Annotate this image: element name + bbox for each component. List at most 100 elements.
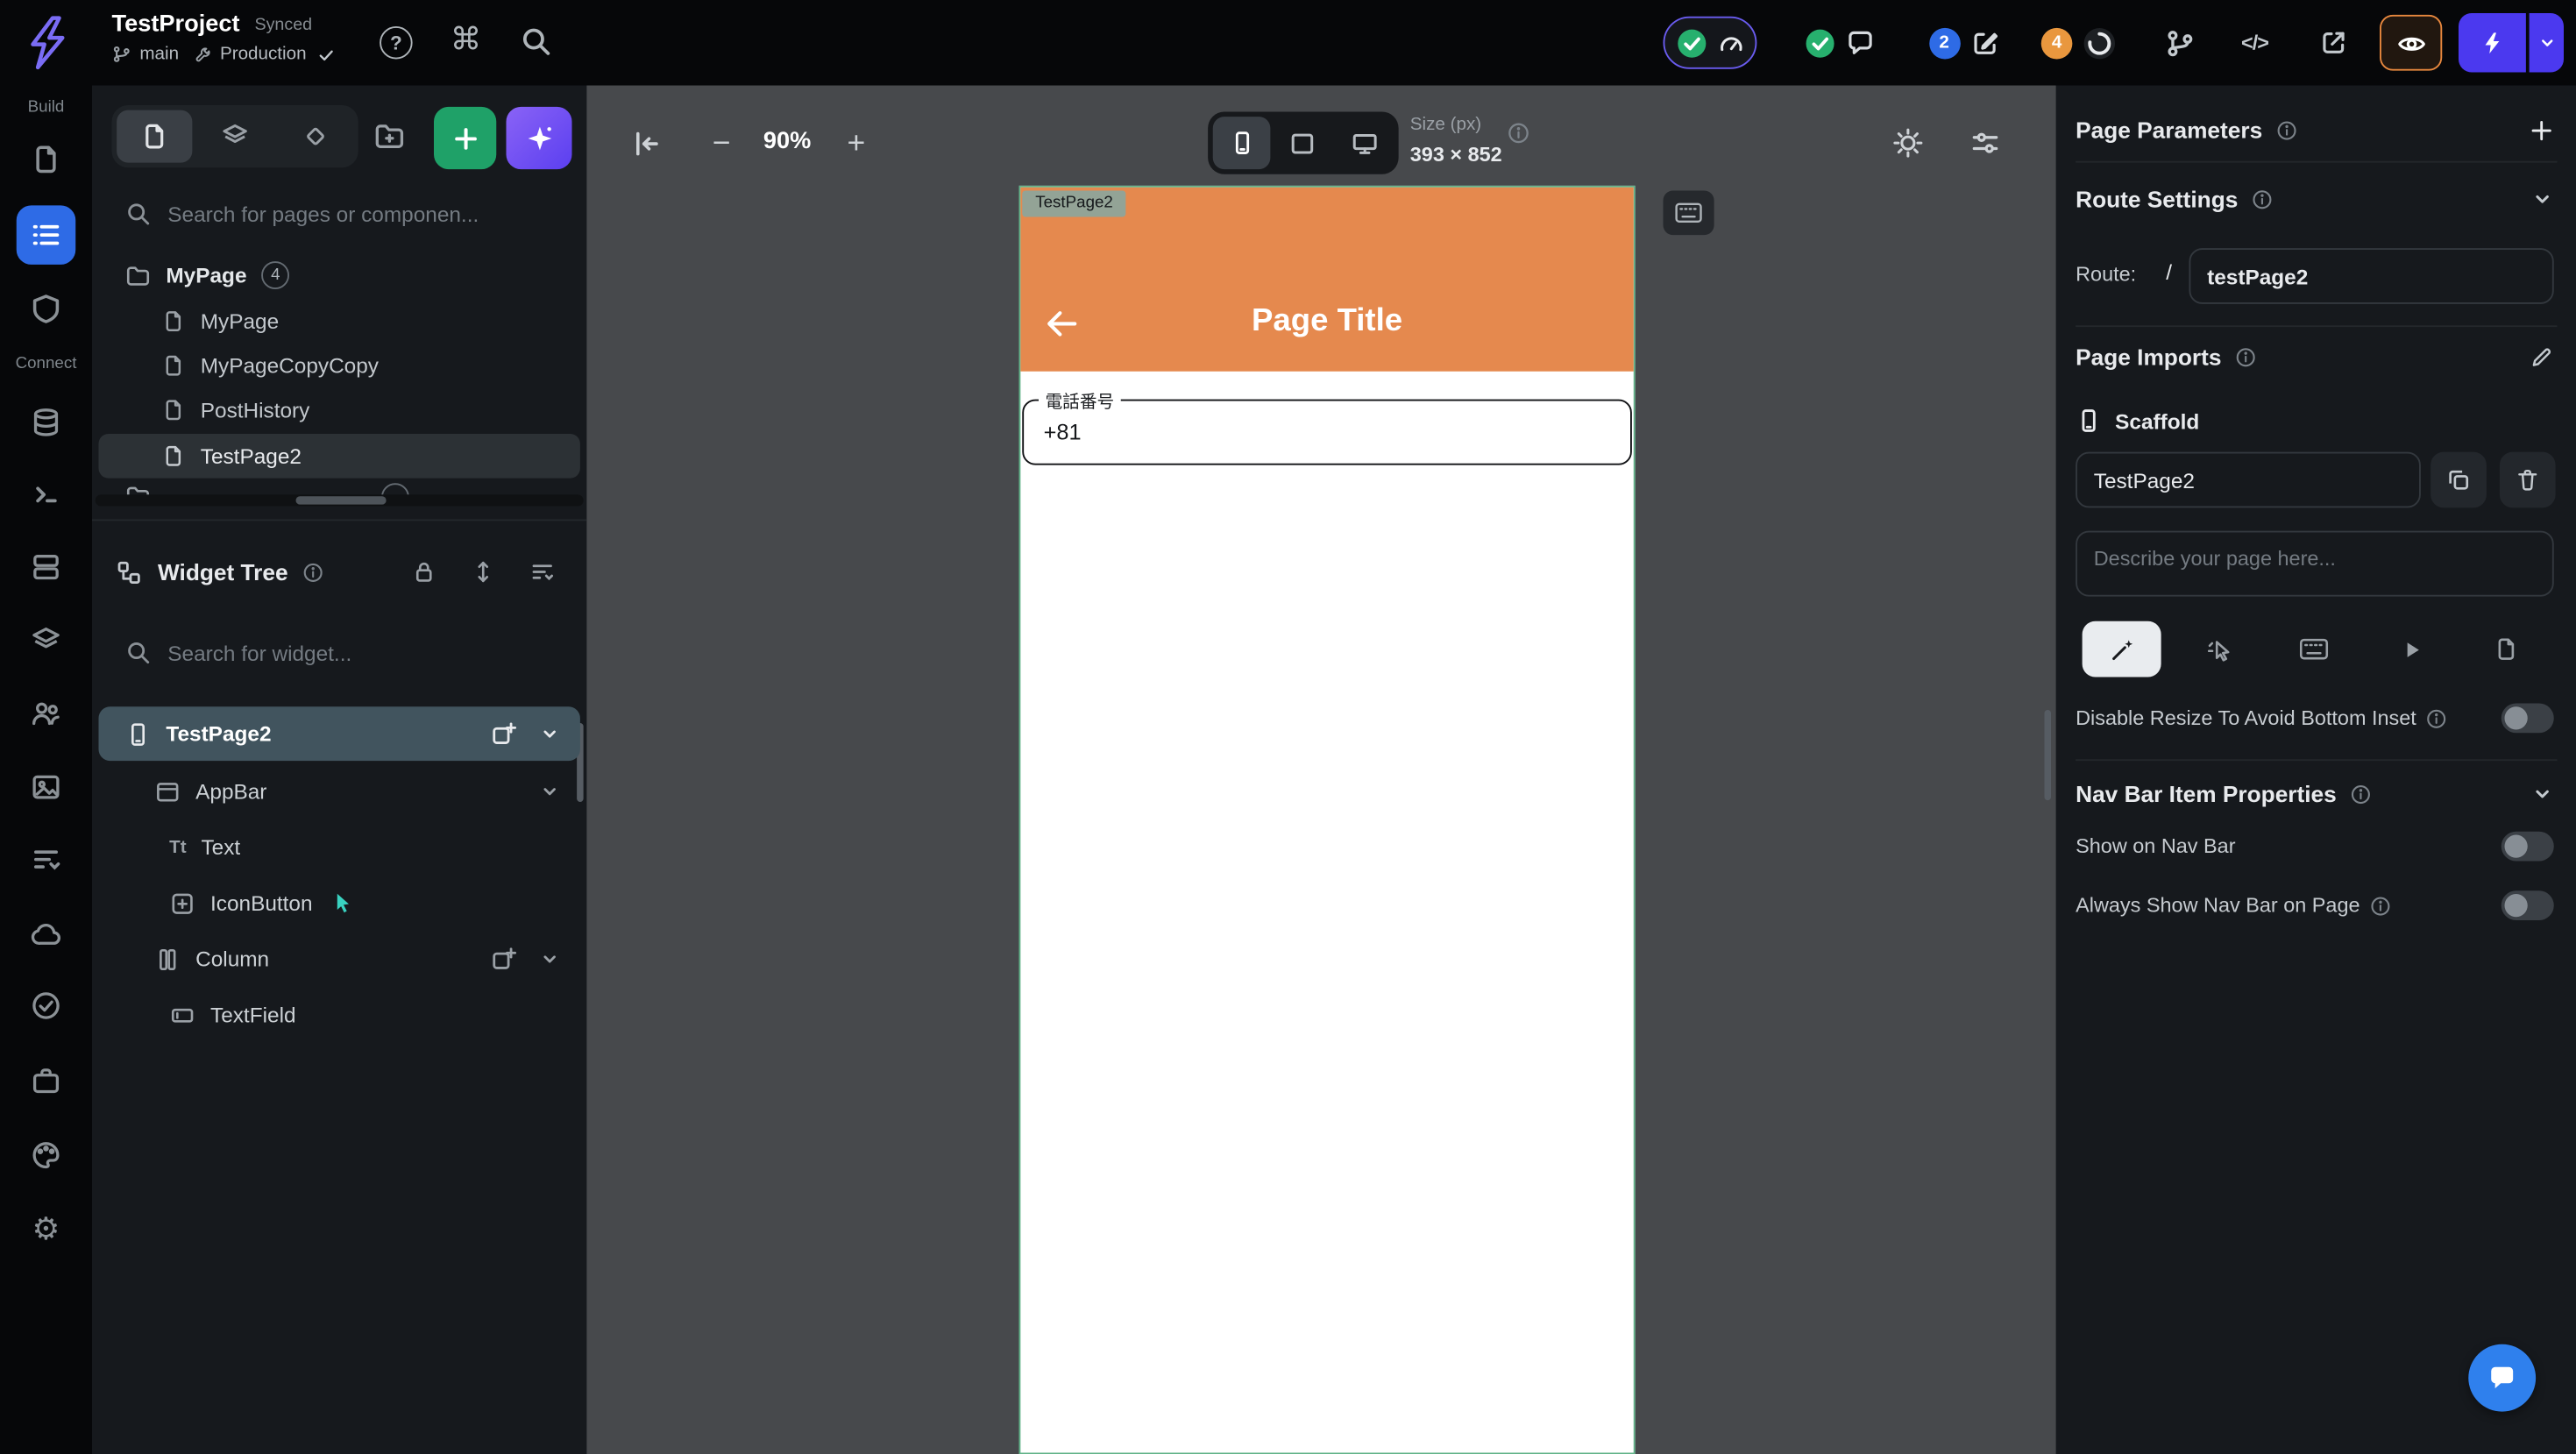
chevron-down-icon[interactable] <box>539 781 560 802</box>
pages-search-input[interactable] <box>167 202 529 226</box>
chevron-down-icon[interactable] <box>539 948 560 969</box>
add-widget-icon[interactable] <box>490 720 518 748</box>
chevron-down-icon[interactable] <box>2531 188 2554 210</box>
tree-options-icon[interactable] <box>529 559 556 585</box>
widget-row-column[interactable]: Column <box>99 932 580 986</box>
add-parameter-icon[interactable] <box>2530 117 2554 142</box>
textfield-widget-icon <box>169 1002 195 1028</box>
copy-page-button[interactable] <box>2431 452 2487 508</box>
widget-row-textfield[interactable]: TextField <box>99 988 580 1042</box>
navbar-properties-header[interactable]: Nav Bar Item Properties <box>2076 772 2554 815</box>
info-icon <box>2275 119 2296 140</box>
route-input[interactable] <box>2189 248 2554 304</box>
route-settings-header[interactable]: Route Settings <box>2076 178 2554 221</box>
dashboard-icon[interactable] <box>28 141 64 177</box>
tests-status-chip[interactable] <box>1664 17 1757 69</box>
add-page-button[interactable] <box>434 107 496 169</box>
ai-wand-tab[interactable] <box>2083 621 2161 677</box>
firestore-icon[interactable] <box>28 404 64 440</box>
branch-name[interactable]: main <box>139 45 179 65</box>
route-settings-title: Route Settings <box>2076 186 2238 212</box>
scrollbar-thumb[interactable] <box>296 496 387 504</box>
global-search-button[interactable] <box>520 25 553 58</box>
add-folder-button[interactable] <box>368 115 411 158</box>
edits-status-chip[interactable]: 2 <box>1910 17 2019 69</box>
design-canvas[interactable]: − 90% + Size (px) 393 × 852 <box>586 86 2055 1454</box>
page-selector-nav[interactable] <box>17 205 76 265</box>
cloud-functions-icon[interactable] <box>28 915 64 951</box>
page-row-selected[interactable]: TestPage2 <box>99 434 580 479</box>
page-row[interactable]: PostHistory <box>99 388 580 433</box>
edit-pencil-icon[interactable] <box>2530 344 2554 369</box>
widget-search-input[interactable] <box>167 640 529 664</box>
phone-preview[interactable]: TestPage2 Page Title 電話番号 +81 <box>1019 186 1636 1454</box>
page-description-input[interactable] <box>2076 531 2554 597</box>
users-icon[interactable] <box>28 695 64 731</box>
preview-mode-button[interactable] <box>2380 15 2442 71</box>
device-phone-button[interactable] <box>1213 117 1271 169</box>
page-row[interactable]: MyPageCopyCopy <box>99 344 580 388</box>
info-icon <box>302 561 323 582</box>
help-button[interactable]: ? <box>380 26 413 60</box>
page-name-input[interactable] <box>2076 452 2421 508</box>
tab-design-system[interactable] <box>278 110 353 163</box>
device-tablet-button[interactable] <box>1274 117 1332 169</box>
page-row[interactable]: MyPage <box>99 299 580 344</box>
canvas-vertical-scrollbar-thumb[interactable] <box>2045 710 2052 800</box>
widget-row-appbar[interactable]: AppBar <box>99 764 580 819</box>
interactions-tab[interactable] <box>2179 621 2258 677</box>
theme-mode-toggle[interactable] <box>1885 120 1932 167</box>
canvas-settings-icon[interactable] <box>1962 120 2009 167</box>
pages-horizontal-scrollbar[interactable] <box>96 494 584 506</box>
preview-tab[interactable] <box>2372 621 2451 677</box>
device-desktop-button[interactable] <box>1336 117 1394 169</box>
delete-page-button[interactable] <box>2500 452 2556 508</box>
ai-generate-button[interactable] <box>507 107 572 169</box>
show-on-navbar-toggle[interactable] <box>2501 832 2554 862</box>
widget-palette-icon[interactable] <box>28 291 64 327</box>
always-show-navbar-toggle[interactable] <box>2501 890 2554 920</box>
add-widget-icon[interactable] <box>490 945 518 973</box>
view-code-button[interactable]: </> <box>2225 13 2285 73</box>
preview-textfield[interactable]: 電話番号 +81 <box>1022 400 1632 465</box>
chevron-down-icon[interactable] <box>539 723 560 744</box>
widget-row-text[interactable]: Tt Text <box>99 820 580 875</box>
tab-components[interactable] <box>197 110 273 163</box>
theme-palette-icon[interactable] <box>28 1138 64 1174</box>
storage-icon[interactable] <box>28 623 64 659</box>
issues-status-chip[interactable]: 4 <box>2028 17 2130 69</box>
tab-pages[interactable] <box>117 110 192 163</box>
app-values-icon[interactable] <box>28 841 64 877</box>
folder-row[interactable]: MyPage 4 <box>99 253 580 298</box>
code-file-tab[interactable] <box>2466 621 2545 677</box>
comments-status-chip[interactable] <box>1785 17 1893 69</box>
open-new-window-button[interactable] <box>2304 13 2364 73</box>
chevron-down-icon[interactable] <box>2531 783 2554 805</box>
expand-tree-icon[interactable] <box>470 559 496 585</box>
checks-icon[interactable] <box>28 988 64 1024</box>
flutterflow-logo-icon[interactable] <box>13 10 79 75</box>
collapse-panel-button[interactable] <box>620 117 672 169</box>
command-menu-button[interactable]: ⌘ <box>451 21 482 59</box>
media-assets-icon[interactable] <box>28 770 64 805</box>
lock-canvas-icon[interactable] <box>411 559 437 585</box>
page-parameters-header[interactable]: Page Parameters <box>2076 109 2554 152</box>
settings-gear-icon[interactable]: ⚙ <box>28 1211 64 1247</box>
run-button[interactable] <box>2459 13 2526 73</box>
support-chat-button[interactable] <box>2468 1344 2536 1412</box>
keyboard-settings-tab[interactable] <box>2274 621 2353 677</box>
keyboard-toggle-chip[interactable] <box>1664 191 1714 236</box>
disable-resize-toggle[interactable] <box>2501 704 2554 734</box>
api-calls-icon[interactable] <box>28 477 64 513</box>
page-icon <box>161 443 186 468</box>
widget-row-root[interactable]: TestPage2 <box>99 706 580 761</box>
environment-name[interactable]: Production <box>220 45 307 65</box>
zoom-level[interactable]: 90% <box>744 128 830 154</box>
branch-manager-button[interactable] <box>2150 13 2210 73</box>
zoom-in-button[interactable]: + <box>836 125 876 165</box>
app-state-icon[interactable] <box>28 549 64 585</box>
widget-row-iconbutton[interactable]: IconButton <box>99 876 580 930</box>
run-options-button[interactable] <box>2530 13 2564 73</box>
zoom-out-button[interactable]: − <box>702 125 742 165</box>
tests-icon[interactable] <box>28 1063 64 1099</box>
